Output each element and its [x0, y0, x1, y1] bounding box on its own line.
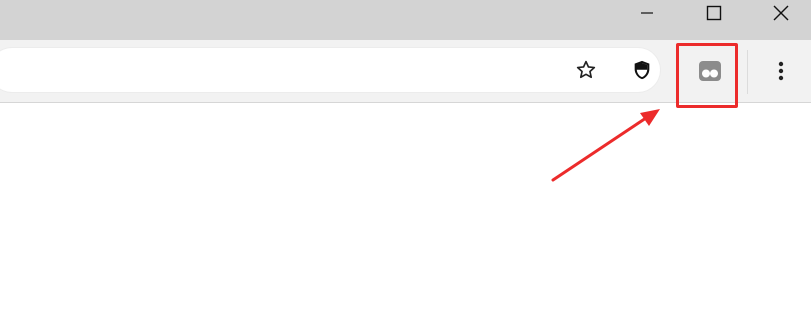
annotation-arrow	[551, 109, 660, 182]
